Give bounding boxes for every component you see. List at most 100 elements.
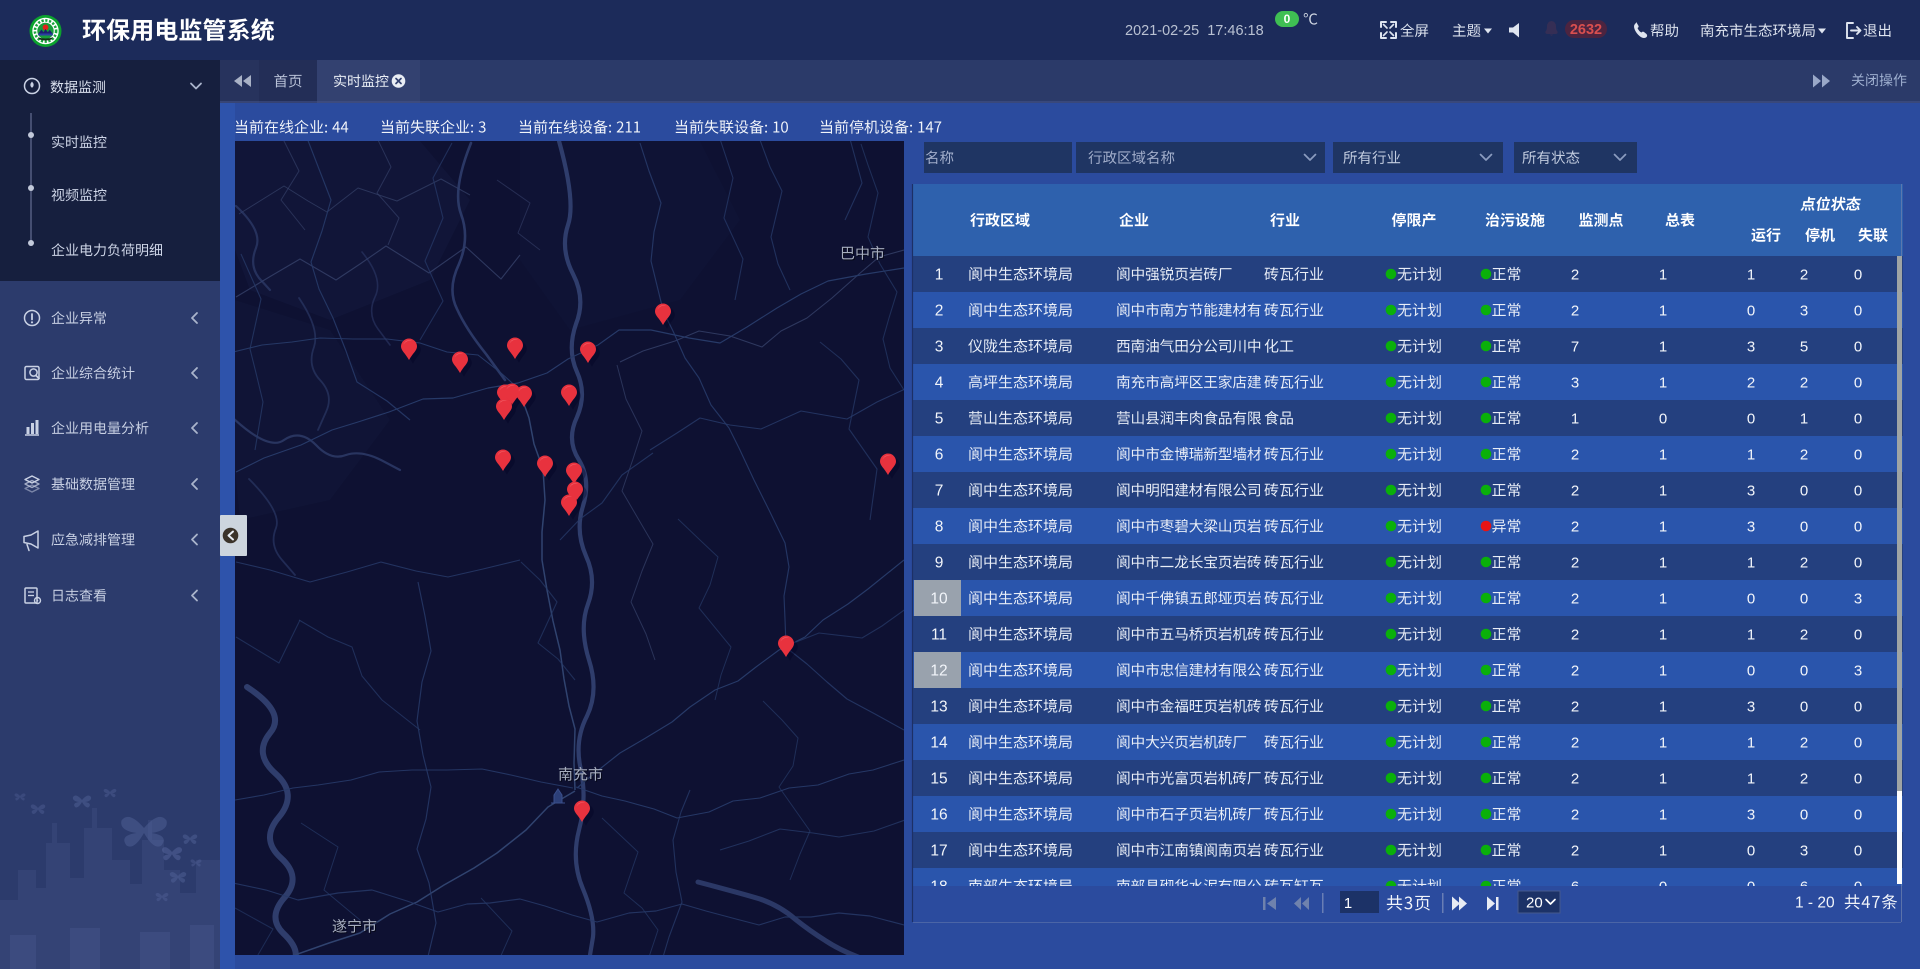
svg-text:2: 2	[1800, 374, 1808, 391]
svg-text:2: 2	[1800, 554, 1808, 571]
svg-text:11: 11	[931, 627, 947, 644]
svg-text:7: 7	[935, 483, 944, 500]
svg-text:1: 1	[1747, 266, 1755, 283]
svg-text:3: 3	[1800, 302, 1808, 319]
svg-text:1: 1	[1747, 554, 1755, 571]
svg-text:2: 2	[1571, 698, 1579, 715]
svg-text:0: 0	[1854, 338, 1862, 355]
svg-text:0: 0	[1854, 842, 1862, 859]
svg-text:0: 0	[1747, 590, 1755, 607]
svg-text:2: 2	[1571, 302, 1579, 319]
svg-text:1: 1	[1747, 626, 1755, 643]
svg-text:2: 2	[1571, 734, 1579, 751]
svg-text:0: 0	[1854, 806, 1862, 823]
svg-text:2: 2	[1571, 518, 1579, 535]
svg-text:3: 3	[1800, 842, 1808, 859]
svg-text:2: 2	[1800, 734, 1808, 751]
svg-text:0: 0	[1854, 698, 1862, 715]
svg-text:1: 1	[1659, 806, 1667, 823]
svg-text:2: 2	[1747, 374, 1755, 391]
svg-text:3: 3	[1571, 374, 1579, 391]
svg-text:1: 1	[1659, 590, 1667, 607]
svg-text:2: 2	[1800, 446, 1808, 463]
svg-text:2: 2	[1571, 590, 1579, 607]
svg-text:4: 4	[935, 375, 944, 392]
svg-text:5: 5	[935, 411, 944, 428]
svg-text:0: 0	[1854, 518, 1862, 535]
svg-text:0: 0	[1854, 410, 1862, 427]
svg-text:2: 2	[1571, 770, 1579, 787]
svg-text:1: 1	[1659, 374, 1667, 391]
svg-text:0: 0	[1800, 698, 1808, 715]
svg-text:0: 0	[1854, 554, 1862, 571]
svg-text:1: 1	[1659, 842, 1667, 859]
svg-text:0: 0	[1854, 374, 1862, 391]
svg-text:0: 0	[1800, 662, 1808, 679]
svg-text:3: 3	[1747, 338, 1755, 355]
svg-text:3: 3	[1747, 518, 1755, 535]
svg-text:2: 2	[1571, 626, 1579, 643]
svg-text:0: 0	[1854, 302, 1862, 319]
svg-text:0: 0	[1854, 482, 1862, 499]
svg-text:1: 1	[1659, 266, 1667, 283]
svg-text:2: 2	[1800, 770, 1808, 787]
svg-text:2021-02-25 17:46:18: 2021-02-25 17:46:18	[1125, 23, 1264, 39]
svg-text:15: 15	[930, 771, 947, 788]
svg-text:1: 1	[1659, 734, 1667, 751]
svg-text:0: 0	[1800, 482, 1808, 499]
svg-text:0: 0	[1800, 590, 1808, 607]
svg-text:1: 1	[1659, 770, 1667, 787]
svg-text:3: 3	[1747, 482, 1755, 499]
svg-text:2: 2	[1571, 842, 1579, 859]
svg-text:3: 3	[935, 339, 944, 356]
svg-text:0: 0	[1800, 806, 1808, 823]
svg-text:0: 0	[1854, 266, 1862, 283]
svg-text:2: 2	[1571, 806, 1579, 823]
svg-text:5: 5	[1800, 338, 1808, 355]
svg-text:16: 16	[930, 807, 947, 824]
svg-text:3: 3	[1747, 806, 1755, 823]
svg-text:2632: 2632	[1570, 22, 1602, 38]
svg-text:0: 0	[1659, 410, 1667, 427]
svg-text:14: 14	[930, 735, 948, 752]
svg-text:1: 1	[1571, 410, 1579, 427]
svg-text:10: 10	[930, 591, 948, 608]
svg-text:1: 1	[1659, 338, 1667, 355]
svg-text:2: 2	[1571, 554, 1579, 571]
svg-text:0: 0	[1747, 842, 1755, 859]
svg-text:0: 0	[1854, 626, 1862, 643]
svg-text:1: 1	[1344, 895, 1352, 912]
svg-text:12: 12	[930, 663, 947, 680]
svg-text:1: 1	[1659, 446, 1667, 463]
svg-text:1: 1	[1659, 698, 1667, 715]
svg-text:3: 3	[1747, 698, 1755, 715]
svg-text:1 - 20: 1 - 20	[1795, 895, 1835, 912]
svg-text:2: 2	[1571, 662, 1579, 679]
svg-text:7: 7	[1571, 338, 1579, 355]
svg-text:1: 1	[1747, 446, 1755, 463]
svg-text:0: 0	[1854, 734, 1862, 751]
svg-text:1: 1	[1659, 302, 1667, 319]
svg-text:1: 1	[935, 267, 944, 284]
svg-text:2: 2	[1800, 626, 1808, 643]
svg-text:1: 1	[1659, 662, 1667, 679]
svg-text:1: 1	[1800, 410, 1808, 427]
svg-text:3: 3	[1854, 590, 1862, 607]
svg-text:9: 9	[935, 555, 944, 572]
svg-text:2: 2	[1571, 482, 1579, 499]
svg-text:0: 0	[1747, 302, 1755, 319]
svg-text:0: 0	[1854, 770, 1862, 787]
svg-text:1: 1	[1659, 518, 1667, 535]
svg-text:0: 0	[1800, 518, 1808, 535]
svg-text:1: 1	[1659, 626, 1667, 643]
svg-text:3: 3	[1854, 662, 1862, 679]
svg-text:2: 2	[1571, 266, 1579, 283]
svg-text:0: 0	[1284, 12, 1291, 26]
svg-text:2: 2	[935, 303, 944, 320]
svg-text:8: 8	[935, 519, 944, 536]
svg-text:0: 0	[1854, 446, 1862, 463]
svg-text:1: 1	[1659, 554, 1667, 571]
svg-text:2: 2	[1571, 446, 1579, 463]
svg-text:1: 1	[1747, 734, 1755, 751]
svg-text:2: 2	[1800, 266, 1808, 283]
